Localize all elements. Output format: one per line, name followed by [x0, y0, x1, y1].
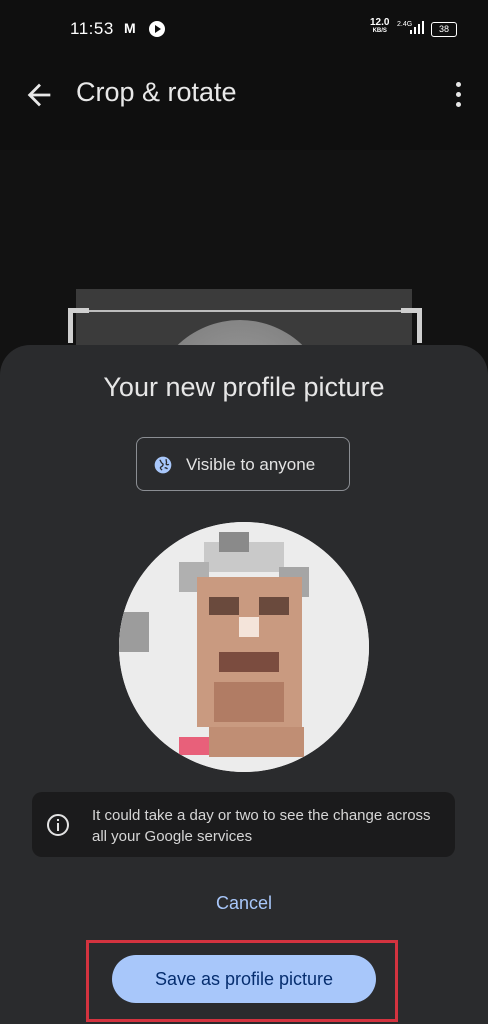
- visibility-button[interactable]: Visible to anyone: [136, 437, 350, 491]
- crop-handle-top-right[interactable]: [401, 308, 422, 343]
- visibility-label: Visible to anyone: [186, 455, 316, 474]
- status-bar: 11:53 M 12.0 KB/S 2.4G 38: [0, 0, 488, 60]
- cancel-button[interactable]: Cancel: [194, 893, 294, 923]
- signal-icon: [410, 20, 424, 34]
- play-icon: [149, 21, 165, 37]
- back-arrow-icon[interactable]: [22, 78, 56, 112]
- crop-handle-top-left[interactable]: [68, 308, 89, 343]
- globe-icon: [154, 456, 172, 474]
- status-time: 11:53: [70, 19, 114, 38]
- sheet-title: Your new profile picture: [103, 372, 385, 402]
- more-options-icon[interactable]: [444, 78, 472, 112]
- save-as-profile-picture-button[interactable]: Save as profile picture: [112, 955, 376, 1003]
- app-bar: Crop & rotate: [0, 60, 488, 150]
- network-speed: 12.0 KB/S: [370, 17, 390, 35]
- info-card: It could take a day or two to see the ch…: [32, 792, 455, 857]
- info-icon: [47, 814, 69, 836]
- profile-picture-sheet: Your new profile picture Visible to anyo…: [0, 345, 488, 1024]
- page-title: Crop & rotate: [76, 77, 237, 107]
- avatar-preview: [119, 522, 369, 772]
- gmail-icon: M: [124, 20, 136, 36]
- battery-icon: 38: [431, 22, 457, 37]
- info-text: It could take a day or two to see the ch…: [92, 807, 431, 845]
